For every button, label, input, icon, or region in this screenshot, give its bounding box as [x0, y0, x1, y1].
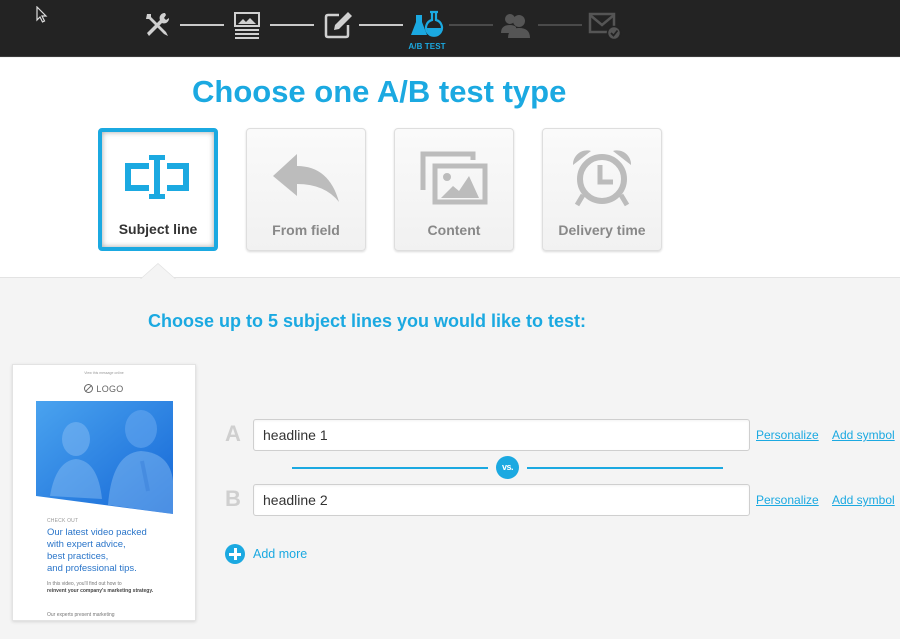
images-icon [420, 151, 488, 205]
personalize-link-b[interactable]: Personalize [756, 493, 819, 507]
test-type-label: Delivery time [558, 222, 646, 238]
tools-icon [146, 12, 170, 36]
preview-footer-text: Our experts present marketing [47, 612, 115, 618]
page-title: Choose one A/B test type [192, 74, 567, 109]
test-type-label: Subject line [118, 221, 198, 237]
add-symbol-link-a[interactable]: Add symbol [832, 428, 895, 442]
variant-letter-a: A [225, 421, 241, 446]
test-type-delivery-time[interactable]: Delivery time [542, 128, 662, 251]
no-image-icon [84, 384, 94, 393]
subject-line-input-b[interactable] [253, 484, 750, 516]
test-type-content[interactable]: Content [394, 128, 514, 251]
step-editor[interactable] [323, 10, 353, 40]
subject-line-input-a[interactable] [253, 419, 750, 451]
test-type-label: Content [427, 222, 481, 238]
test-type-from-field[interactable]: From field [246, 128, 366, 251]
preview-headline-line: best practices, [47, 551, 109, 562]
contacts-icon [501, 14, 530, 38]
wizard-bar: A/B TEST [0, 0, 900, 57]
preview-body-intro: In this video, you'll find out how to [47, 581, 122, 587]
step-connector [270, 24, 314, 26]
template-icon [234, 12, 260, 39]
test-type-subject-line[interactable]: Subject line [98, 128, 218, 251]
variant-letter-b: B [225, 486, 241, 511]
mouse-cursor-icon [36, 6, 48, 23]
vs-divider-left [292, 467, 488, 469]
preview-logo: LOGO [13, 384, 195, 394]
add-symbol-link-b[interactable]: Add symbol [832, 493, 895, 507]
vs-badge: vs. [496, 456, 519, 479]
preview-body: In this video, you'll find out how to re… [47, 581, 187, 595]
preview-eyebrow: CHECK OUT [47, 518, 79, 524]
preview-hero-image [36, 401, 173, 514]
personalize-link-a[interactable]: Personalize [756, 428, 819, 442]
preview-logo-text: LOGO [96, 384, 124, 394]
reply-arrow-icon [273, 154, 339, 202]
preview-headline-line: Our latest video packed [47, 527, 147, 538]
add-more-button[interactable]: Add more [225, 544, 307, 564]
preview-view-online: View this message online [84, 371, 124, 375]
preview-headline: Our latest video packed with expert advi… [47, 527, 187, 575]
section-subtitle: Choose up to 5 subject lines you would l… [148, 311, 587, 331]
vs-divider-right [527, 467, 723, 469]
preview-body-bold: reinvent your company's marketing strate… [47, 588, 154, 594]
subject-line-icon [125, 155, 189, 199]
alarm-clock-icon [572, 150, 632, 207]
step-recipients[interactable] [500, 10, 530, 40]
plus-circle-icon [225, 544, 245, 564]
step-ab-test[interactable] [410, 9, 444, 41]
active-step-label: A/B TEST [408, 42, 446, 51]
preview-headline-line: with expert advice, [47, 539, 126, 550]
add-more-label: Add more [253, 547, 308, 561]
email-preview[interactable]: View this message online LOGO CHECK OUT … [12, 364, 196, 621]
selection-pointer [141, 264, 175, 279]
preview-headline-line: and professional tips. [47, 563, 137, 574]
test-type-label: From field [272, 222, 340, 238]
step-settings[interactable] [142, 10, 172, 40]
flask-icon [411, 10, 444, 37]
mail-check-icon [588, 12, 622, 40]
step-connector [449, 24, 493, 26]
step-connector [180, 24, 224, 26]
step-template[interactable] [232, 10, 262, 40]
step-connector [538, 24, 582, 26]
step-connector [359, 24, 403, 26]
step-send[interactable] [588, 10, 622, 40]
edit-icon [324, 12, 352, 39]
